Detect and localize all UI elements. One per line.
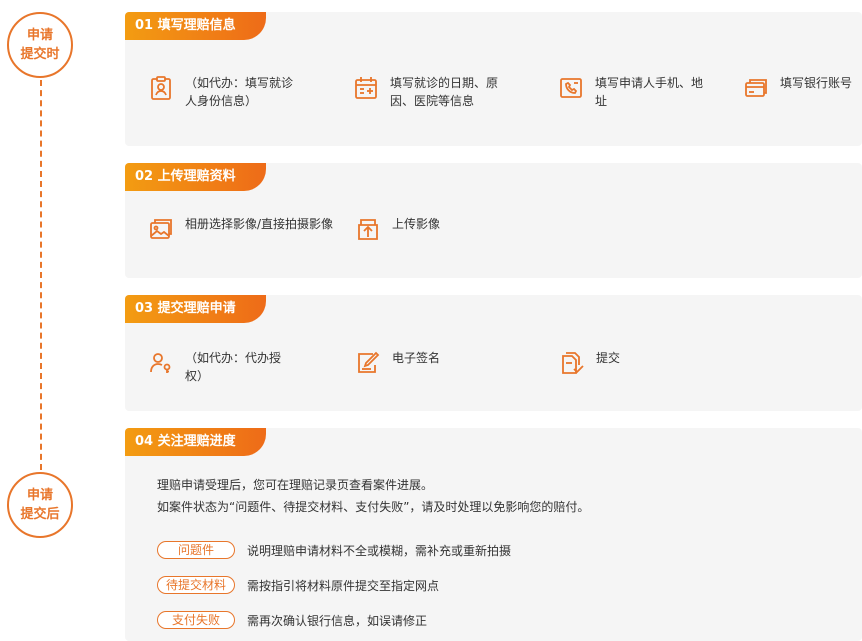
calendar-plus-icon	[352, 74, 380, 102]
progress-description-line-2: 如案件状态为“问题件、待提交材料、支付失败”，请及时处理以免影响您的赔付。	[157, 500, 590, 514]
section-title: 03 提交理赔申请	[125, 295, 266, 323]
step-text: 填写银行账号	[780, 76, 853, 90]
status-badge: 问题件	[157, 541, 235, 559]
step-fill-visit-info: 填写就诊的日期、原因、医院等信息	[352, 74, 512, 110]
id-badge-icon	[147, 74, 175, 102]
upload-icon	[354, 215, 382, 243]
submit-document-icon	[558, 349, 586, 377]
status-row-payment-failed: 支付失败 需再次确认银行信息，如误请修正	[157, 611, 427, 629]
step-upload-image: 上传影像	[354, 215, 474, 243]
section-title: 04 关注理赔进度	[125, 428, 266, 456]
photo-album-icon	[147, 215, 175, 243]
stage-before-label: 申请 提交时	[20, 28, 60, 62]
step-text: （如代办：填写就诊人身份信息）	[185, 76, 294, 108]
step-text: 填写就诊的日期、原因、医院等信息	[390, 76, 499, 108]
stage-before-submit: 申请 提交时	[7, 12, 73, 78]
step-select-or-capture-image: 相册选择影像/直接拍摄影像	[147, 215, 347, 243]
phone-card-icon	[557, 74, 585, 102]
status-note: 需按指引将材料原件提交至指定网点	[247, 578, 440, 593]
stage-after-label: 申请 提交后	[20, 488, 60, 522]
step-text: （如代办：代办授权）	[185, 351, 282, 383]
step-text: 提交	[596, 351, 621, 365]
step-text: 上传影像	[392, 217, 441, 231]
status-badge: 待提交材料	[157, 576, 235, 594]
section-upload-claim-materials: 02 上传理赔资料 相册选择影像/直接拍摄影像 上传影像	[125, 163, 862, 278]
step-text: 电子签名	[392, 351, 441, 365]
status-note: 需再次确认银行信息，如误请修正	[247, 613, 428, 628]
step-fill-bank-account: 填写银行账号	[742, 74, 862, 102]
status-note: 说明理赔申请材料不全或模糊，需补充或重新拍摄	[247, 543, 512, 558]
bank-card-icon	[742, 74, 770, 102]
step-e-signature: 电子签名	[354, 349, 504, 377]
section-submit-claim-application: 03 提交理赔申请 （如代办：代办授权） 电子签名 提交	[125, 295, 862, 411]
section-track-claim-progress: 04 关注理赔进度 理赔申请受理后，您可在理赔记录页查看案件进展。 如案件状态为…	[125, 428, 862, 641]
status-row-pending-materials: 待提交材料 需按指引将材料原件提交至指定网点	[157, 576, 439, 594]
stage-after-submit: 申请 提交后	[7, 472, 73, 538]
user-authorize-icon	[147, 349, 175, 377]
step-text: 填写申请人手机、地址	[595, 76, 704, 108]
progress-description-line-1: 理赔申请受理后，您可在理赔记录页查看案件进展。	[157, 478, 434, 492]
timeline-dashed-line	[40, 80, 42, 470]
step-text: 相册选择影像/直接拍摄影像	[185, 217, 334, 231]
step-fill-patient-identity: （如代办：填写就诊人身份信息）	[147, 74, 297, 110]
status-row-problem-case: 问题件 说明理赔申请材料不全或模糊，需补充或重新拍摄	[157, 541, 511, 559]
status-badge: 支付失败	[157, 611, 235, 629]
step-fill-applicant-contact: 填写申请人手机、地址	[557, 74, 707, 110]
section-title: 02 上传理赔资料	[125, 163, 266, 191]
step-submit: 提交	[558, 349, 678, 377]
e-signature-icon	[354, 349, 382, 377]
section-title: 01 填写理赔信息	[125, 12, 266, 40]
step-agent-authorization: （如代办：代办授权）	[147, 349, 297, 385]
section-fill-claim-info: 01 填写理赔信息 （如代办：填写就诊人身份信息） 填写就诊的日期、原因、医院等…	[125, 12, 862, 146]
